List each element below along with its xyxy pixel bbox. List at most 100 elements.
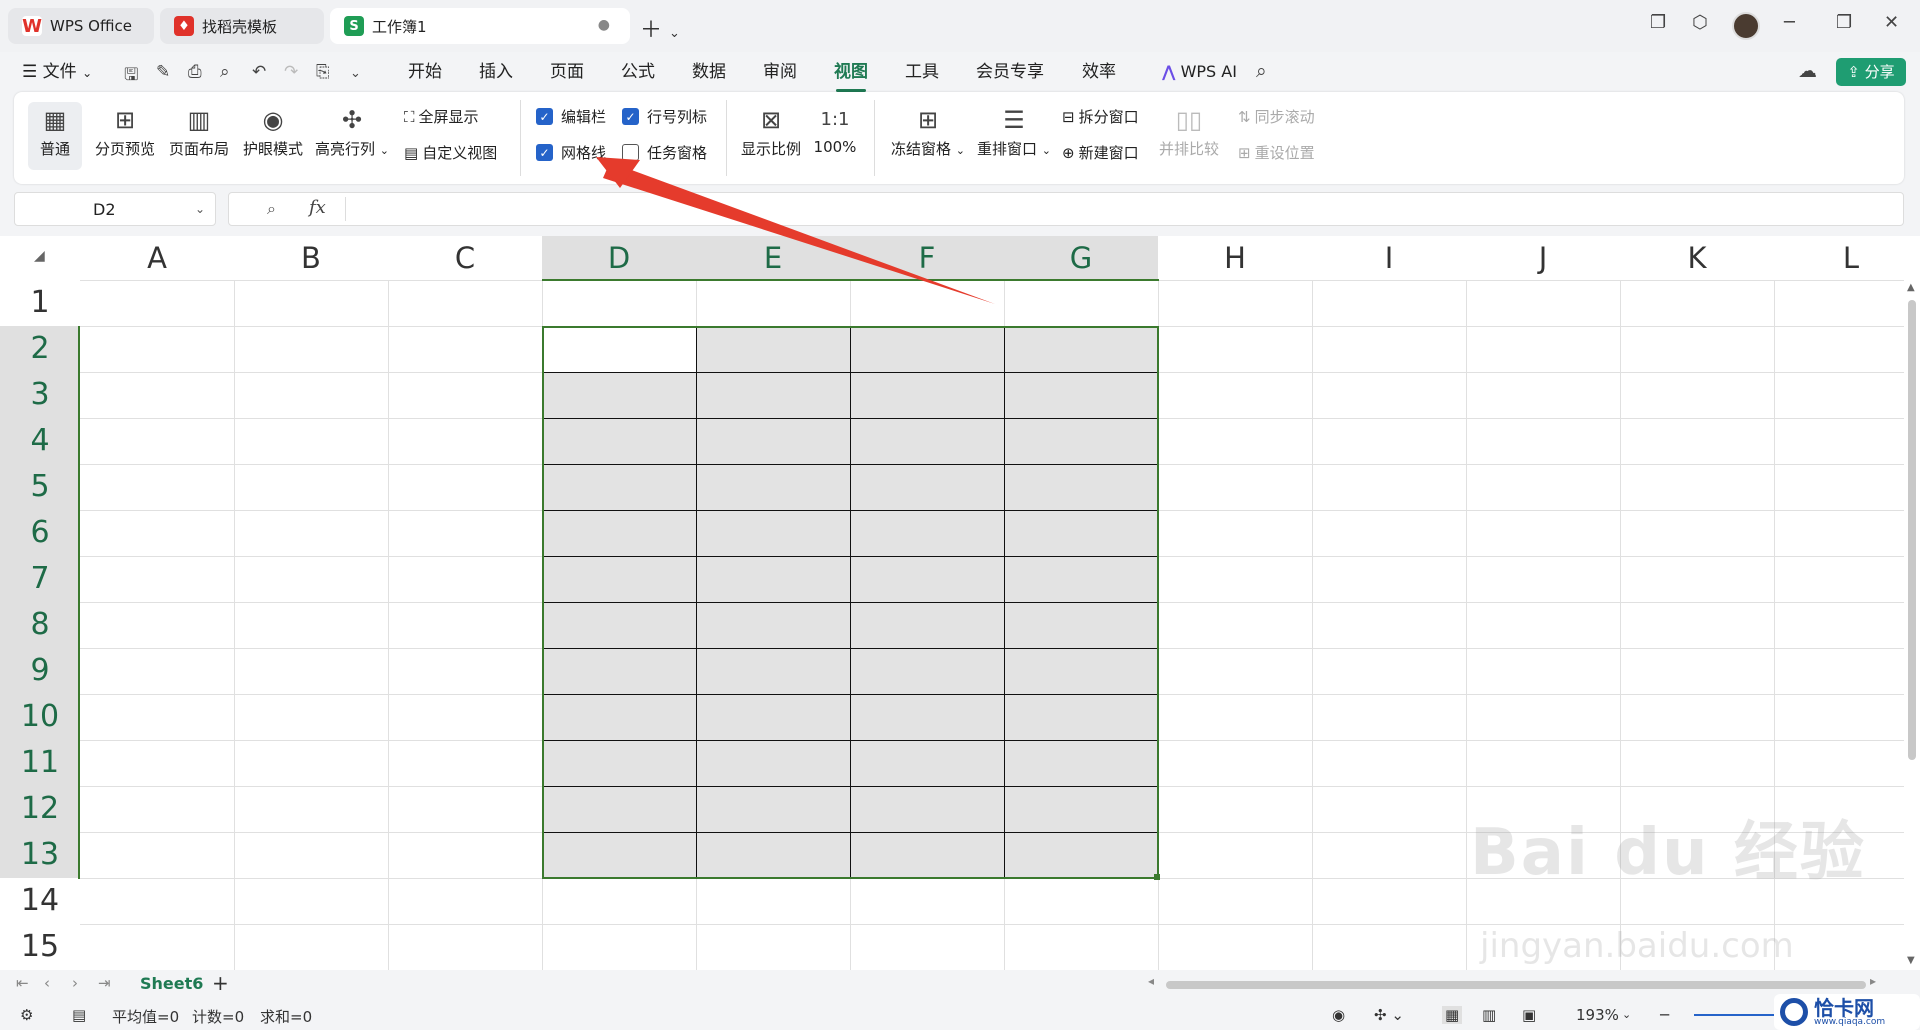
- side-by-side-button[interactable]: ▯▯ 并排比较: [1154, 102, 1224, 159]
- row-header-2[interactable]: 2: [0, 326, 80, 372]
- row-header-8[interactable]: 8: [0, 602, 80, 648]
- row-header-4[interactable]: 4: [0, 418, 80, 464]
- name-box[interactable]: D2 ⌄: [14, 192, 216, 226]
- column-header-d[interactable]: D: [542, 236, 696, 280]
- zoom-slider[interactable]: [1694, 1014, 1784, 1016]
- menu-insert[interactable]: 插入: [479, 58, 513, 86]
- share-button[interactable]: ⇪ 分享: [1836, 58, 1906, 86]
- column-header-a[interactable]: A: [80, 236, 234, 280]
- minimize-icon[interactable]: ─: [1784, 12, 1795, 33]
- zoom-100-button[interactable]: 1:1 100%: [810, 102, 860, 156]
- menu-view[interactable]: 视图: [834, 58, 868, 92]
- column-header-b[interactable]: B: [234, 236, 388, 280]
- macro-icon[interactable]: ⚙: [20, 1006, 33, 1024]
- column-header-e[interactable]: E: [696, 236, 850, 280]
- column-header-c[interactable]: C: [388, 236, 542, 280]
- print-preview-icon[interactable]: ⌕: [220, 62, 230, 82]
- menu-review[interactable]: 审阅: [763, 58, 797, 86]
- eye-protection-icon[interactable]: ◉: [1332, 1006, 1345, 1024]
- tab-docer-templates[interactable]: ♦ 找稻壳模板: [160, 8, 324, 44]
- arrange-windows-button[interactable]: ☰ 重排窗口 ⌄: [974, 102, 1054, 159]
- search-icon[interactable]: ⌕: [1256, 60, 1267, 82]
- column-header-j[interactable]: J: [1466, 236, 1620, 280]
- row-header-12[interactable]: 12: [0, 786, 80, 832]
- split-window-button[interactable]: ⊟ 拆分窗口: [1062, 106, 1139, 127]
- menu-member[interactable]: 会员专享: [976, 58, 1044, 86]
- fullscreen-button[interactable]: ⛶ 全屏显示: [404, 106, 479, 127]
- avatar[interactable]: [1732, 12, 1760, 40]
- row-header-3[interactable]: 3: [0, 372, 80, 418]
- horizontal-scroll-thumb[interactable]: [1166, 981, 1866, 989]
- cube-icon[interactable]: ⬡: [1692, 12, 1708, 33]
- eye-protection-button[interactable]: ◉ 护眼模式: [240, 102, 306, 159]
- save-icon[interactable]: 🖫: [124, 62, 138, 91]
- undo-icon[interactable]: ↶: [252, 62, 266, 82]
- spreadsheet-grid[interactable]: ◢ ABCDEFGHIJKL 1 2 3 4 5 6 7 8 9 10 11 12 13 14 15 Bai…: [0, 236, 1920, 970]
- freeze-panes-button[interactable]: ⊞ 冻结窗格 ⌄: [888, 102, 968, 159]
- redo-icon[interactable]: ↷: [284, 62, 298, 82]
- reset-position-button[interactable]: ⊞ 重设位置: [1238, 142, 1315, 163]
- formula-bar-checkbox[interactable]: ✓ 编辑栏: [536, 106, 606, 127]
- scroll-right-icon[interactable]: ▸: [1870, 974, 1876, 988]
- new-window-button[interactable]: ⊕ 新建窗口: [1062, 142, 1139, 163]
- menu-start[interactable]: 开始: [408, 58, 442, 86]
- row-header-15[interactable]: 15: [0, 924, 80, 970]
- select-all-corner[interactable]: ◢: [0, 236, 80, 280]
- sync-scroll-button[interactable]: ⇅ 同步滚动: [1238, 106, 1315, 127]
- restore-icon[interactable]: ❐: [1836, 12, 1852, 33]
- tab-wps-office[interactable]: W WPS Office: [8, 8, 154, 44]
- scroll-down-icon[interactable]: ▼: [1907, 955, 1915, 966]
- headings-checkbox[interactable]: ✓ 行号列标: [622, 106, 707, 127]
- sheet-tab-sheet6[interactable]: Sheet6: [140, 974, 203, 993]
- row-header-9[interactable]: 9: [0, 648, 80, 694]
- add-sheet-button[interactable]: +: [212, 971, 229, 995]
- row-header-11[interactable]: 11: [0, 740, 80, 786]
- menu-tools[interactable]: 工具: [905, 58, 939, 86]
- chevron-down-icon[interactable]: ⌄: [195, 202, 205, 216]
- row-header-5[interactable]: 5: [0, 464, 80, 510]
- zoom-button[interactable]: ⊠ 显示比例: [738, 102, 804, 159]
- print-icon[interactable]: ⎙: [188, 62, 202, 82]
- row-header-6[interactable]: 6: [0, 510, 80, 556]
- menu-efficiency[interactable]: 效率: [1082, 58, 1116, 86]
- format-painter-icon[interactable]: ✎: [156, 62, 170, 82]
- export-icon[interactable]: ⎘: [316, 62, 330, 82]
- new-tab-button[interactable]: ＋ ⌄: [640, 12, 680, 44]
- zoom-level[interactable]: 193%: [1576, 1006, 1619, 1024]
- row-header-13[interactable]: 13: [0, 832, 80, 878]
- highlight-rowcol-button[interactable]: ✣ 高亮行列 ⌄: [314, 102, 390, 159]
- next-sheet-icon[interactable]: ›: [72, 974, 78, 992]
- active-cell[interactable]: [544, 328, 696, 372]
- chevron-down-icon[interactable]: ⌄: [350, 66, 361, 81]
- fill-handle[interactable]: [1154, 874, 1160, 880]
- first-sheet-icon[interactable]: ⇤: [16, 974, 29, 992]
- file-menu[interactable]: ☰ 文件 ⌄: [22, 58, 92, 86]
- page-break-preview-button[interactable]: ⊞ 分页预览: [92, 102, 158, 159]
- normal-view-button[interactable]: ▦ 普通: [28, 102, 82, 170]
- formula-input[interactable]: ⌕ fx: [228, 192, 1904, 226]
- scroll-left-icon[interactable]: ◂: [1148, 974, 1154, 988]
- column-header-h[interactable]: H: [1158, 236, 1312, 280]
- custom-view-button[interactable]: ▤ 自定义视图: [404, 142, 497, 163]
- cloud-upload-icon[interactable]: ☁: [1798, 60, 1817, 82]
- column-header-g[interactable]: G: [1004, 236, 1158, 280]
- row-header-1[interactable]: 1: [0, 280, 80, 326]
- scroll-up-icon[interactable]: ▲: [1907, 282, 1915, 293]
- wps-ai-button[interactable]: ⋀ WPS AI: [1162, 58, 1237, 86]
- doc-status-icon[interactable]: ▤: [72, 1006, 86, 1024]
- column-header-f[interactable]: F: [850, 236, 1004, 280]
- last-sheet-icon[interactable]: ⇥: [98, 974, 111, 992]
- menu-data[interactable]: 数据: [692, 58, 726, 86]
- page-layout-button[interactable]: ▥ 页面布局: [166, 102, 232, 159]
- tab-workbook[interactable]: S 工作簿1 ●: [330, 8, 630, 44]
- row-header-10[interactable]: 10: [0, 694, 80, 740]
- column-header-l[interactable]: L: [1774, 236, 1920, 280]
- page-layout-view-icon[interactable]: ▥: [1482, 1006, 1496, 1024]
- prev-sheet-icon[interactable]: ‹: [44, 974, 50, 992]
- crosshair-icon[interactable]: ✣ ⌄: [1374, 1006, 1404, 1024]
- menu-page[interactable]: 页面: [550, 58, 584, 86]
- zoom-out-icon[interactable]: ─: [1660, 1006, 1669, 1024]
- window-mode-icon[interactable]: ❐: [1650, 12, 1666, 33]
- column-header-i[interactable]: I: [1312, 236, 1466, 280]
- row-header-7[interactable]: 7: [0, 556, 80, 602]
